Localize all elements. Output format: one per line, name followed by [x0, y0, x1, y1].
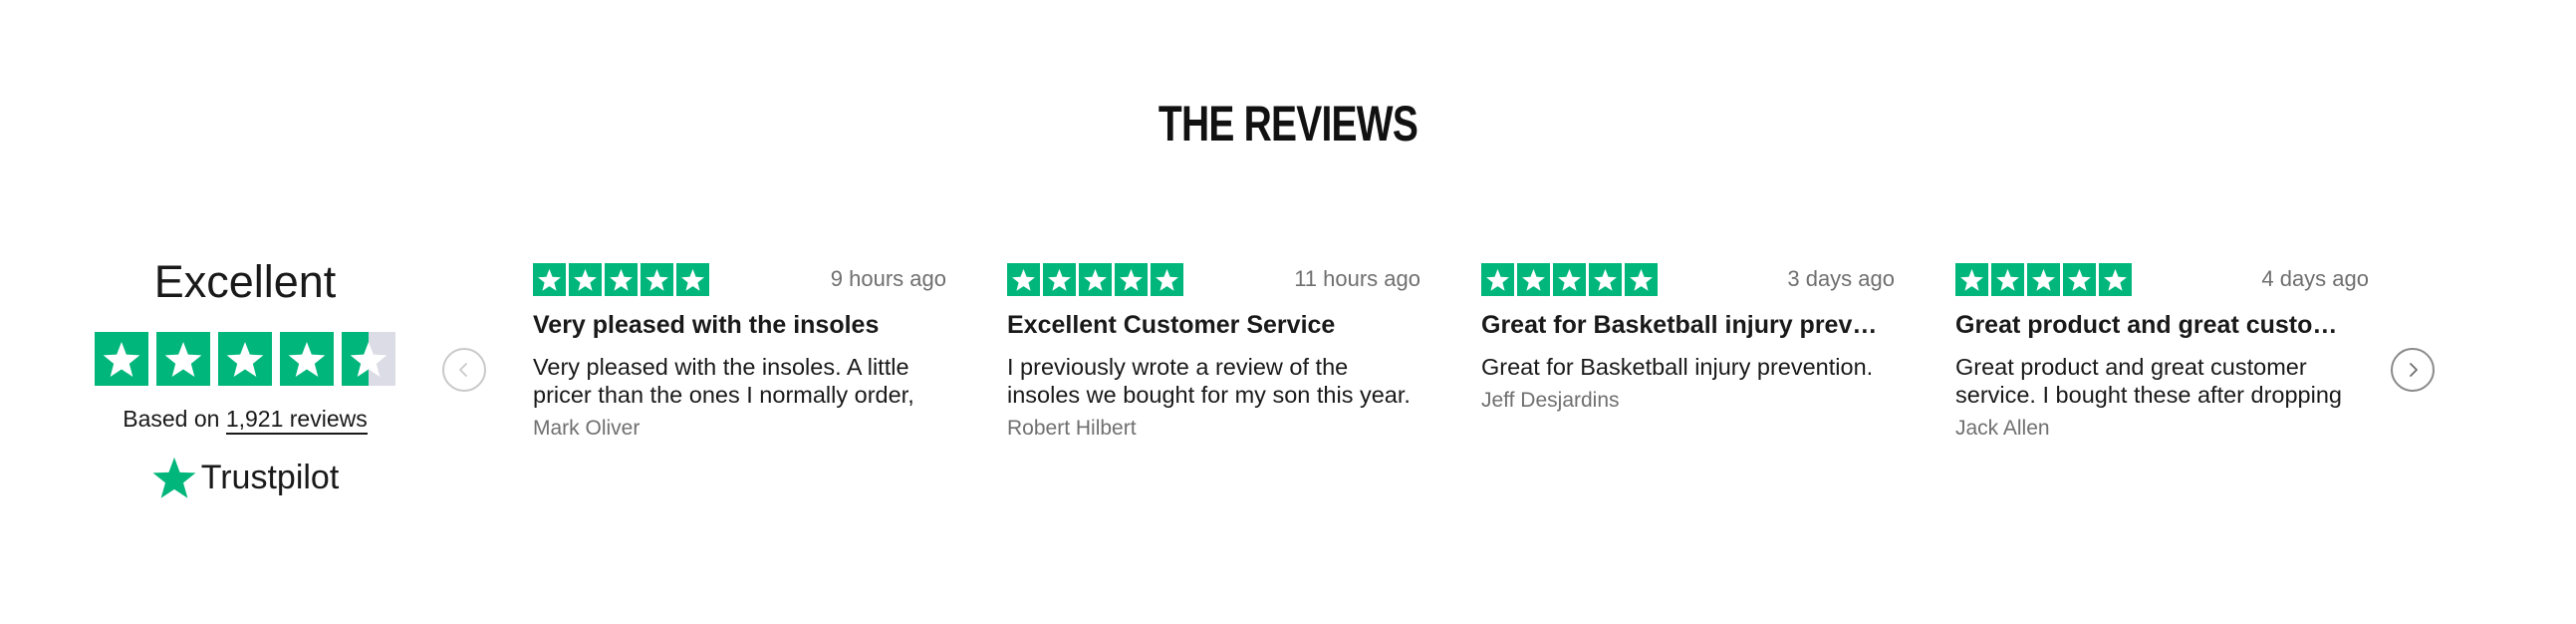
carousel-next-button[interactable] [2391, 348, 2435, 392]
star-icon [1151, 262, 1183, 296]
star-icon [569, 262, 602, 296]
star-icon [2099, 262, 2132, 296]
star-icon [1115, 262, 1148, 296]
trustpilot-summary: Excellent Based on 1,921 reviews Trustpi… [95, 252, 395, 500]
chevron-right-icon [2410, 363, 2418, 377]
review-body: I previously wrote a review of the insol… [1007, 354, 1411, 408]
trustpilot-star-icon [152, 457, 196, 498]
review-time: 4 days ago [2261, 266, 2369, 291]
star-icon [641, 262, 673, 296]
star-icon [1553, 262, 1586, 296]
review-title: Very pleased with the insoles [533, 311, 880, 339]
review-title: Excellent Customer Service [1007, 311, 1336, 339]
review-time: 11 hours ago [1294, 266, 1420, 291]
review-body: Great for Basketball injury prevention. [1481, 354, 1874, 380]
review-time: 9 hours ago [830, 266, 946, 291]
star-icon [156, 332, 210, 386]
star-icon [2027, 262, 2060, 296]
star-icon [533, 262, 566, 296]
star-icon [95, 332, 148, 386]
star-icon [605, 262, 638, 296]
review-time: 3 days ago [1787, 266, 1895, 291]
half-star-icon [342, 332, 395, 386]
review-body: Great product and great customer service… [1955, 354, 2342, 408]
review-author: Jack Allen [1955, 417, 2050, 440]
review-star-rating [1007, 262, 1183, 296]
review-author: Mark Oliver [533, 417, 641, 440]
review-card[interactable]: 3 days ago Great for Basketball injury p… [1481, 261, 1895, 413]
section-title: THE REVIEWS [1158, 96, 1418, 152]
star-icon [218, 332, 272, 386]
review-card[interactable]: 11 hours ago Excellent Customer Service … [1007, 261, 1420, 441]
chevron-left-icon [459, 363, 467, 377]
rating-word: Excellent [153, 256, 337, 307]
review-author: Jeff Desjardins [1481, 389, 1620, 412]
review-star-rating [533, 262, 709, 296]
carousel-prev-button[interactable] [442, 348, 486, 392]
star-icon [2063, 262, 2096, 296]
based-on-prefix: Based on [123, 406, 220, 432]
star-icon [1991, 262, 2024, 296]
star-icon [1481, 262, 1514, 296]
star-icon [676, 262, 709, 296]
star-icon [280, 332, 334, 386]
overall-star-rating [95, 332, 395, 386]
star-icon [1589, 262, 1622, 296]
review-body: Very pleased with the insoles. A little … [533, 354, 914, 408]
star-icon [1007, 262, 1040, 296]
star-icon [1043, 262, 1076, 296]
star-icon [1517, 262, 1550, 296]
star-icon [1079, 262, 1112, 296]
brand-name: Trustpilot [200, 458, 340, 496]
review-star-rating [1481, 262, 1658, 296]
star-icon [1625, 262, 1658, 296]
star-icon [1955, 262, 1988, 296]
review-star-rating [1955, 262, 2132, 296]
review-title: Great for Basketball injury prev… [1481, 311, 1878, 339]
review-title: Great product and great custo… [1955, 311, 2338, 339]
based-on-text: Based on 1,921 reviews [95, 406, 395, 435]
review-card[interactable]: 9 hours ago Very pleased with the insole… [533, 261, 946, 441]
review-card[interactable]: 4 days ago Great product and great custo… [1955, 261, 2369, 441]
review-author: Robert Hilbert [1007, 417, 1137, 440]
trustpilot-logo[interactable]: Trustpilot [95, 455, 395, 500]
reviews-count-link[interactable]: 1,921 reviews [225, 406, 368, 435]
